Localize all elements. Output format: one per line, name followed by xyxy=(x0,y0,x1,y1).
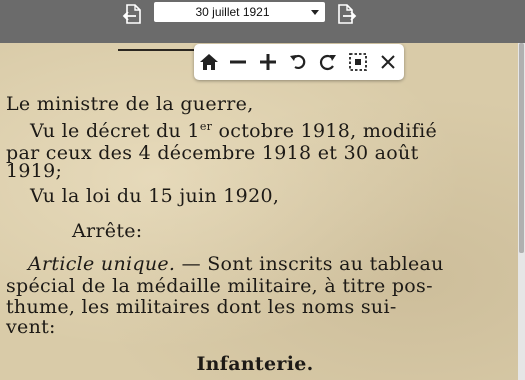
rotate-left-button[interactable] xyxy=(287,51,309,73)
close-button[interactable] xyxy=(377,51,399,73)
select-area-icon xyxy=(347,51,369,73)
scrollbar-thumb[interactable] xyxy=(519,43,524,253)
viewer-toolbar xyxy=(194,44,404,80)
zoom-out-icon xyxy=(227,51,249,73)
section-heading: Infanterie. xyxy=(196,353,314,375)
chevron-down-icon xyxy=(311,10,319,15)
text-line: spécial de la médaille militaire, à titr… xyxy=(6,275,433,297)
home-button[interactable] xyxy=(198,51,220,73)
close-icon xyxy=(377,51,399,73)
text-line: thume, les militaires dont les noms sui- xyxy=(6,296,397,318)
previous-issue-button[interactable] xyxy=(121,3,143,25)
rotate-right-button[interactable] xyxy=(317,51,339,73)
scanned-page-text: Le ministre de la guerre, Vu le décret d… xyxy=(0,43,518,380)
text-fragment: — Sont inscrits au tableau xyxy=(175,253,444,275)
select-area-button[interactable] xyxy=(347,51,369,73)
issue-date-value: 30 juillet 1921 xyxy=(195,5,270,19)
text-line: Vu la loi du 15 juin 1920, xyxy=(30,185,280,207)
text-line: Le ministre de la guerre, xyxy=(6,93,254,115)
text-line: par ceux des 4 décembre 1918 et 30 août xyxy=(6,142,419,164)
rotate-left-icon xyxy=(287,51,309,73)
text-fragment: octobre 1918, modifié xyxy=(212,120,438,142)
text-line: Vu le décret du 1er octobre 1918, modifi… xyxy=(30,121,437,141)
zoom-in-button[interactable] xyxy=(257,51,279,73)
text-fragment: Vu le décret du 1 xyxy=(30,120,200,142)
vertical-scrollbar[interactable] xyxy=(518,43,525,380)
superscript: er xyxy=(199,120,213,133)
document-previous-icon xyxy=(121,3,143,25)
text-line: Arrête: xyxy=(72,220,143,242)
zoom-out-button[interactable] xyxy=(227,51,249,73)
document-next-icon xyxy=(336,3,358,25)
article-label: Article unique. xyxy=(28,253,176,275)
text-line: Article unique. — Sont inscrits au table… xyxy=(28,254,444,274)
issue-date-select[interactable]: 30 juillet 1921 xyxy=(154,2,325,22)
next-issue-button[interactable] xyxy=(336,3,358,25)
rotate-right-icon xyxy=(317,51,339,73)
text-line: 1919; xyxy=(6,160,63,182)
home-icon xyxy=(198,51,220,73)
text-line: vent: xyxy=(6,316,56,338)
zoom-in-icon xyxy=(257,51,279,73)
viewer-header: 30 juillet 1921 xyxy=(0,0,525,43)
